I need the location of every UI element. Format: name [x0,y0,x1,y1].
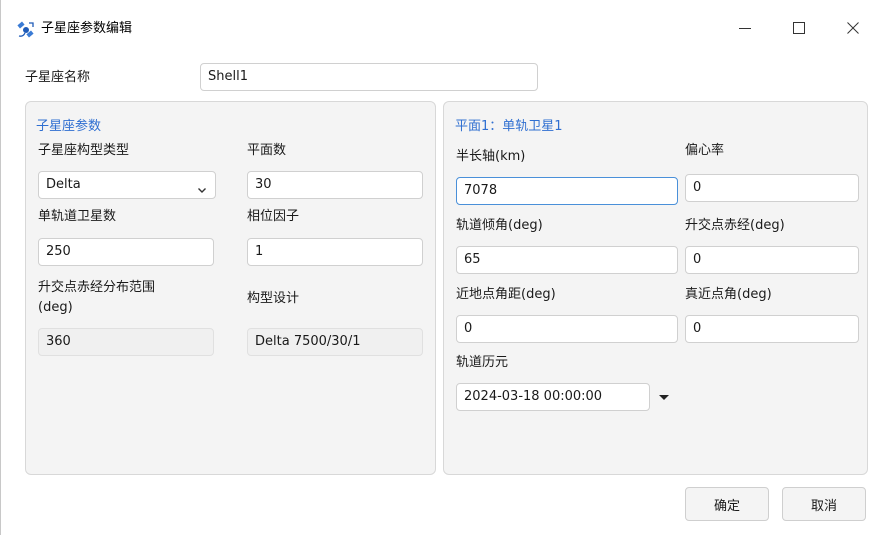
arg-perigee-label: 近地点角距(deg) [456,287,556,302]
close-button[interactable] [830,12,875,44]
phase-factor-label: 相位因子 [247,209,300,224]
dropdown-arrow-icon [659,395,669,400]
true-anomaly-input[interactable]: 0 [685,315,859,343]
constellation-name-label: 子星座名称 [25,70,91,85]
orbit-params-panel: 平面1：单轨卫星1 半长轴(km) 7078 偏心率 0 轨道倾角(deg) 6… [443,101,868,475]
maximize-button[interactable] [776,12,822,44]
config-type-value: Delta [46,177,81,192]
design-input[interactable]: Delta 7500/30/1 [247,328,423,356]
semi-major-axis-label: 半长轴(km) [456,149,526,164]
raan-label: 升交点赤经(deg) [685,218,785,233]
minimize-icon [739,28,751,29]
raan-range-label-line2: (deg) [38,300,73,315]
design-label: 构型设计 [247,291,300,306]
cancel-button[interactable]: 取消 [782,487,866,521]
sub-constellation-params-panel: 子星座参数 子星座构型类型 Delta 平面数 30 单轨道卫星数 250 相位… [25,101,436,475]
planes-input[interactable]: 30 [247,171,423,199]
title-bar: 子星座参数编辑 [1,0,875,44]
epoch-input[interactable]: 2024-03-18 00:00:00 [456,383,650,411]
epoch-dropdown-button[interactable] [650,383,678,411]
dialog-window: 子星座参数编辑 子星座名称 Shell1 子星座参数 子星座构型类型 Delta… [0,0,875,535]
satellite-app-icon [17,21,35,39]
inclination-label: 轨道倾角(deg) [456,218,543,233]
close-icon [847,22,859,34]
sats-per-orbit-input[interactable]: 250 [38,238,214,266]
constellation-name-input[interactable]: Shell1 [200,63,538,91]
planes-label: 平面数 [247,143,287,158]
phase-factor-input[interactable]: 1 [247,238,423,266]
config-type-select[interactable]: Delta [38,171,216,199]
chevron-down-icon [197,179,207,198]
left-panel-title: 子星座参数 [36,119,102,134]
window-title: 子星座参数编辑 [41,21,133,36]
arg-perigee-input[interactable]: 0 [456,315,678,343]
true-anomaly-label: 真近点角(deg) [685,287,772,302]
right-panel-title: 平面1：单轨卫星1 [455,119,563,134]
ok-button[interactable]: 确定 [685,487,769,521]
inclination-input[interactable]: 65 [456,246,678,274]
config-type-label: 子星座构型类型 [38,143,130,158]
eccentricity-input[interactable]: 0 [685,174,859,202]
epoch-label: 轨道历元 [456,355,509,370]
maximize-icon [793,22,805,34]
raan-range-label-line1: 升交点赤经分布范围 [38,280,156,295]
minimize-button[interactable] [722,12,768,44]
semi-major-axis-input[interactable]: 7078 [456,177,678,205]
sats-per-orbit-label: 单轨道卫星数 [38,209,117,224]
raan-range-input[interactable]: 360 [38,328,214,356]
eccentricity-label: 偏心率 [685,143,725,158]
raan-input[interactable]: 0 [685,246,859,274]
